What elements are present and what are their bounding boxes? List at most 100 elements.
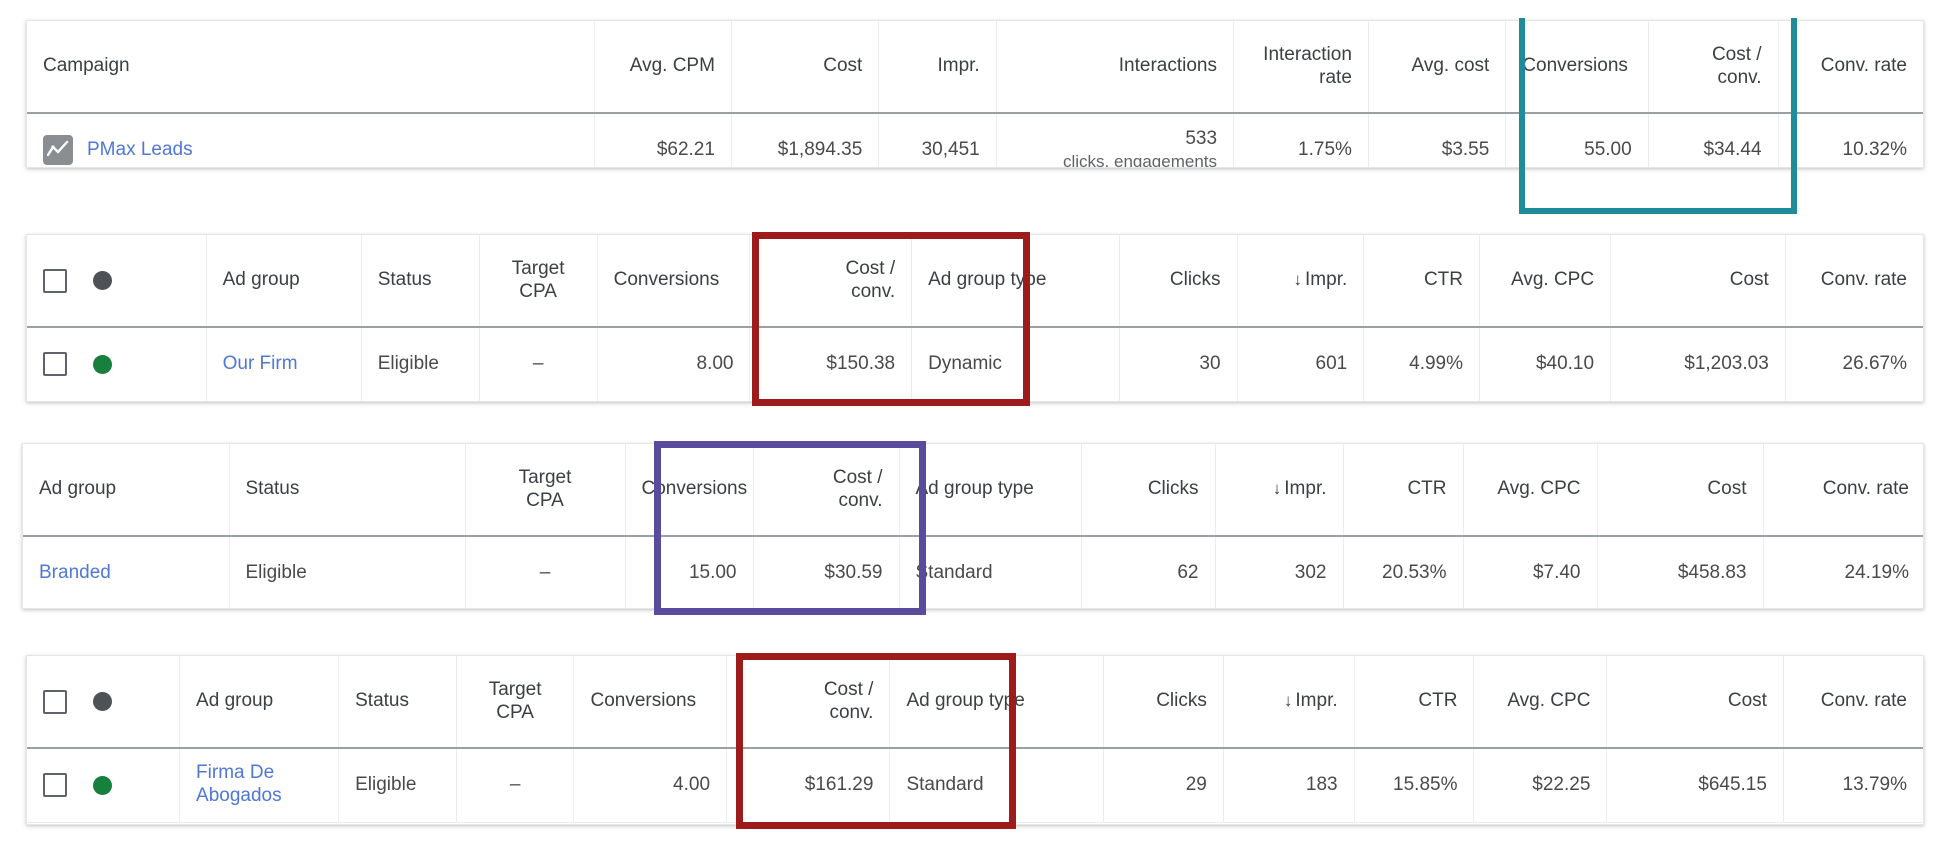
col-header-ctr[interactable]: CTR [1342,444,1463,537]
col-header-ad-group[interactable]: Ad group [23,444,229,537]
col-header-ctr[interactable]: CTR [1363,235,1480,328]
col-header-target-cpa[interactable]: Target CPA [478,235,598,328]
col-header-cost-conv[interactable]: Cost / conv. [1647,21,1779,114]
status-dot-icon [93,775,112,795]
col-header-ad-group-label: Ad group [222,269,300,291]
col-header-ad-group[interactable]: Ad group [205,235,362,328]
select-all-checkbox[interactable] [43,689,67,714]
cell-target-cpa: – [478,327,598,401]
col-header-ctr-label: CTR [1423,269,1464,291]
col-header-cost-conv[interactable]: Cost / conv. [752,444,899,537]
sort-descending-icon: ↓ [1293,270,1303,290]
col-header-avg-cpm[interactable]: Avg. CPM [593,21,732,114]
col-header-cost-conv-line2: conv. [829,701,874,723]
col-header-target-cpa-line1: Target [518,467,572,489]
col-header-status[interactable]: Status [338,656,457,749]
row-select-checkbox[interactable] [43,773,67,798]
cell-conversions: 4.00 [573,748,727,823]
ad-group-name-link[interactable]: Branded [39,562,111,583]
col-header-status[interactable]: Status [360,235,480,328]
status-dot-header-icon [93,692,112,711]
col-header-conversions[interactable]: Conversions [573,656,727,749]
cell-conv-rate: 24.19% [1762,536,1923,608]
col-header-avg-cpc[interactable]: Avg. CPC [1479,235,1611,328]
table-row[interactable]: Branded Eligible – 15.00 $30.59 Standard… [23,536,1923,608]
col-header-cost[interactable]: Cost [730,21,879,114]
row-select-checkbox[interactable] [43,352,67,377]
col-header-target-cpa-line2: CPA [519,280,557,302]
col-header-clicks[interactable]: Clicks [1103,656,1224,749]
col-header-target-cpa[interactable]: Target CPA [455,656,574,749]
col-header-ctr-label: CTR [1407,478,1447,500]
cell-select [27,327,207,401]
col-header-ctr[interactable]: CTR [1353,656,1474,749]
col-header-ad-group-type[interactable]: Ad group type [889,656,1104,749]
cell-cost: $1,894.35 [730,113,879,167]
col-header-conversions-label: Conversions [641,478,748,500]
col-header-cost[interactable]: Cost [1610,235,1786,328]
col-header-conversions[interactable]: Conversions [596,235,750,328]
table-row[interactable]: Firma De Abogados Eligible – 4.00 $161.29… [27,748,1923,823]
adgroup-table-4: Ad group Status Target CPA Conversions Co… [27,656,1923,823]
col-header-avg-cost[interactable]: Avg. cost [1367,21,1506,114]
col-header-avg-cpc[interactable]: Avg. CPC [1473,656,1607,749]
col-header-campaign[interactable]: Campaign [27,21,595,114]
col-header-conv-rate-label: Conv. rate [1820,269,1907,291]
col-header-avg-cpc-label: Avg. CPC [1497,478,1581,500]
col-header-cost-conv[interactable]: Cost / conv. [749,235,912,328]
cell-clicks: 62 [1080,536,1215,608]
col-header-ad-group[interactable]: Ad group [179,656,339,749]
cell-cost: $1,203.03 [1610,327,1786,401]
col-header-impr[interactable]: Impr. [878,21,997,114]
table-row[interactable]: PMax Leads $62.21 $1,894.35 30,451 533 c… [27,113,1923,167]
col-header-cost-conv-line1: Cost / [845,258,896,280]
col-header-interaction-rate-line2: rate [1319,66,1352,88]
cell-conv-rate: 10.32% [1777,113,1923,167]
col-header-clicks[interactable]: Clicks [1118,235,1238,328]
status-dot-header-icon [93,271,112,290]
col-header-conversions[interactable]: Conversions [624,444,753,537]
cell-campaign: PMax Leads [27,113,595,167]
col-header-cost[interactable]: Cost [1596,444,1763,537]
cell-conversions: 55.00 [1505,113,1649,167]
sort-descending-icon: ↓ [1272,479,1282,499]
col-header-clicks[interactable]: Clicks [1080,444,1215,537]
col-header-conv-rate[interactable]: Conv. rate [1784,235,1923,328]
col-header-impr[interactable]: ↓ Impr. [1236,235,1364,328]
cell-impr: 183 [1222,748,1355,823]
col-header-conv-rate[interactable]: Conv. rate [1762,444,1923,537]
col-header-ad-group-type-label: Ad group type [915,478,1034,500]
col-header-impr-label: Impr. [1305,269,1348,291]
col-header-impr[interactable]: ↓ Impr. [1214,444,1343,537]
ad-group-name-link[interactable]: Our Firm [223,353,298,374]
col-header-interactions[interactable]: Interactions [995,21,1234,114]
adgroup-table-2-card: Ad group Status Target CPA Conversions Co… [26,234,1924,402]
col-header-impr[interactable]: ↓ Impr. [1222,656,1355,749]
col-header-target-cpa[interactable]: Target CPA [464,444,625,537]
col-header-status[interactable]: Status [228,444,465,537]
table-row[interactable]: Our Firm Eligible – 8.00 $150.38 Dynamic… [27,327,1923,401]
select-all-checkbox[interactable] [43,268,67,293]
ad-group-name-line1: Firma De [196,762,275,784]
col-header-avg-cpc[interactable]: Avg. CPC [1462,444,1597,537]
col-header-conversions-label: Conversions [1522,55,1628,77]
col-header-cost[interactable]: Cost [1606,656,1784,749]
ad-group-name-link[interactable]: Firma De Abogados [196,762,282,808]
col-header-interaction-rate[interactable]: Interaction rate [1233,21,1369,114]
col-header-cost-conv[interactable]: Cost / conv. [726,656,890,749]
col-header-ad-group-type[interactable]: Ad group type [911,235,1120,328]
col-header-conv-rate[interactable]: Conv. rate [1782,656,1923,749]
col-header-select [27,235,207,328]
col-header-conv-rate[interactable]: Conv. rate [1777,21,1923,114]
cell-cost-conv: $150.38 [749,327,912,401]
col-header-ad-group-type[interactable]: Ad group type [898,444,1081,537]
performance-max-icon [43,135,73,166]
col-header-target-cpa-line2: CPA [526,489,564,511]
col-header-impr-label: Impr. [1284,478,1327,500]
campaign-name-link[interactable]: PMax Leads [87,139,193,161]
cell-avg-cost: $3.55 [1367,113,1506,167]
col-header-avg-cpm-label: Avg. CPM [629,55,715,77]
cell-interaction-rate: 1.75% [1233,113,1369,167]
col-header-conversions[interactable]: Conversions [1505,21,1649,114]
cell-cost-conv: $30.59 [752,536,899,608]
